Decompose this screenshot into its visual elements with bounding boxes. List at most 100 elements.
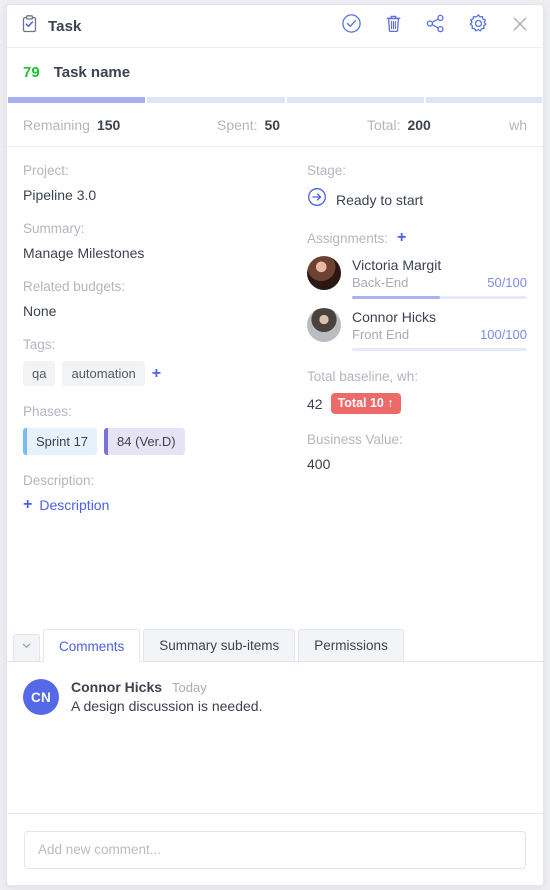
metric-spent-label: Spent: xyxy=(217,116,258,133)
titlebar-actions xyxy=(341,13,529,39)
project-value[interactable]: Pipeline 3.0 xyxy=(23,187,294,203)
assignee-name: Connor Hicks xyxy=(352,309,437,325)
task-title[interactable]: Task name xyxy=(54,64,130,81)
stage-label: Stage: xyxy=(307,163,347,178)
assignments-label: Assignments: xyxy=(307,230,389,246)
assignments-header: Assignments: + xyxy=(307,230,527,246)
assignee-meta: Front End 100/100 xyxy=(352,327,527,342)
metric-remaining: Remaining 150 xyxy=(23,117,217,133)
phases-label: Phases: xyxy=(23,404,72,419)
metric-total: Total: 200 xyxy=(367,117,431,133)
phase-chip[interactable]: 84 (Ver.D) xyxy=(104,428,185,455)
metric-unit: wh xyxy=(509,116,527,133)
field-tags: Tags: qa automation + xyxy=(23,337,294,386)
collapse-panel-button[interactable] xyxy=(13,634,40,661)
field-business-value: Business Value: 400 xyxy=(307,432,527,472)
business-value[interactable]: 400 xyxy=(307,456,527,472)
assignee-progress-bar xyxy=(352,348,527,351)
assignee-role: Back-End xyxy=(352,275,409,290)
add-description-link[interactable]: Description xyxy=(39,497,109,513)
assignee-allocation: 100/100 xyxy=(480,327,527,342)
titlebar-left: Task xyxy=(21,14,82,38)
description-add-row[interactable]: + Description xyxy=(23,497,294,514)
comment-header: Connor Hicks Today xyxy=(71,679,262,695)
field-stage: Stage: Ready to start xyxy=(307,163,527,212)
arrow-right-circle-icon xyxy=(307,187,327,212)
summary-label: Summary: xyxy=(23,221,85,236)
task-details-body: Project: Pipeline 3.0 Summary: Manage Mi… xyxy=(7,147,543,629)
stage-value: Ready to start xyxy=(336,191,424,208)
tabs-list: Comments Summary sub-items Permissions xyxy=(40,629,404,662)
tab-permissions[interactable]: Permissions xyxy=(298,629,404,661)
phase-chip[interactable]: Sprint 17 xyxy=(23,428,98,455)
share-icon[interactable] xyxy=(425,13,446,39)
field-phases: Phases: Sprint 17 84 (Ver.D) xyxy=(23,404,294,455)
comment-body: Connor Hicks Today A design discussion is … xyxy=(71,679,262,715)
budgets-label: Related budgets: xyxy=(23,279,126,294)
tag-chip[interactable]: qa xyxy=(23,361,56,386)
add-tag-button[interactable]: + xyxy=(152,365,161,382)
assignees-list: Victoria Margit Back-End 50/100 Connor Hick… xyxy=(307,256,527,351)
window-title: Task xyxy=(48,17,82,35)
field-total-baseline: Total baseline, wh: 42 Total 10 ↑ xyxy=(307,369,527,414)
check-circle-icon[interactable] xyxy=(341,13,362,39)
tab-bar: Comments Summary sub-items Permissions xyxy=(7,629,543,662)
assignee-role: Front End xyxy=(352,327,410,342)
new-comment-input[interactable] xyxy=(24,830,526,869)
tab-summary-sub-items[interactable]: Summary sub-items xyxy=(143,629,296,661)
avatar xyxy=(307,308,341,342)
assignee-progress-bar xyxy=(352,296,527,299)
metric-total-label: Total: xyxy=(367,116,401,133)
stage-value-row[interactable]: Ready to start xyxy=(307,187,527,212)
task-number: 79 xyxy=(23,64,40,81)
assignee-row[interactable]: Victoria Margit Back-End 50/100 xyxy=(307,256,527,299)
baseline-value: 42 xyxy=(307,395,323,412)
assignee-info: Connor Hicks Front End 100/100 xyxy=(352,308,527,351)
project-label: Project: xyxy=(23,163,69,178)
metric-spent: Spent: 50 xyxy=(217,117,367,133)
field-summary: Summary: Manage Milestones xyxy=(23,221,294,261)
window-titlebar: Task xyxy=(7,5,543,48)
field-related-budgets: Related budgets: None xyxy=(23,279,294,319)
assignee-meta: Back-End 50/100 xyxy=(352,275,527,290)
assignee-progress-fill xyxy=(352,296,440,299)
description-label: Description: xyxy=(23,473,95,488)
metric-total-value: 200 xyxy=(407,116,431,133)
phases-list: Sprint 17 84 (Ver.D) xyxy=(23,428,294,455)
close-icon[interactable] xyxy=(511,15,529,38)
details-right-column: Stage: Ready to start Assignments: + Vic… xyxy=(294,163,527,629)
comment-text: A design discussion is needed. xyxy=(71,698,263,714)
comments-panel: CN Connor Hicks Today A design discussion i… xyxy=(7,662,543,813)
trash-icon[interactable] xyxy=(384,13,403,39)
task-name-row: 79 Task name xyxy=(7,48,543,97)
clipboard-check-icon xyxy=(21,14,38,38)
field-assignments: Assignments: + Victoria Margit Back-End 50… xyxy=(307,230,527,351)
comment-timestamp: Today xyxy=(172,680,207,695)
avatar xyxy=(307,256,341,290)
tab-comments[interactable]: Comments xyxy=(43,629,141,662)
tags-label: Tags: xyxy=(23,337,56,352)
baseline-label: Total baseline, wh: xyxy=(307,369,419,384)
field-project: Project: Pipeline 3.0 xyxy=(23,163,294,203)
add-assignment-button[interactable]: + xyxy=(397,230,406,246)
business-value-label: Business Value: xyxy=(307,432,403,447)
assignee-allocation: 50/100 xyxy=(487,275,527,290)
metric-spent-value: 50 xyxy=(264,116,281,133)
baseline-value-row: 42 Total 10 ↑ xyxy=(307,393,527,414)
field-description: Description: + Description xyxy=(23,473,294,513)
comments-list: CN Connor Hicks Today A design discussion i… xyxy=(23,679,527,715)
tag-chip[interactable]: automation xyxy=(62,361,145,386)
metrics-row: Remaining 150 Spent: 50 Total: 200 wh xyxy=(7,103,543,147)
assignee-info: Victoria Margit Back-End 50/100 xyxy=(352,256,527,299)
chevron-down-icon xyxy=(20,639,33,657)
gear-icon[interactable] xyxy=(468,13,489,39)
budgets-value[interactable]: None xyxy=(23,303,294,319)
tags-list: qa automation + xyxy=(23,361,294,386)
assignee-row[interactable]: Connor Hicks Front End 100/100 xyxy=(307,308,527,351)
task-window: Task 79 Task name Remaining 150 Spent: 5… xyxy=(6,4,544,886)
comment-item: CN Connor Hicks Today A design discussion i… xyxy=(23,679,527,715)
comment-author: Connor Hicks xyxy=(71,679,163,695)
comment-composer xyxy=(7,813,543,885)
summary-value[interactable]: Manage Milestones xyxy=(23,245,294,261)
assignee-name: Victoria Margit xyxy=(352,257,442,273)
